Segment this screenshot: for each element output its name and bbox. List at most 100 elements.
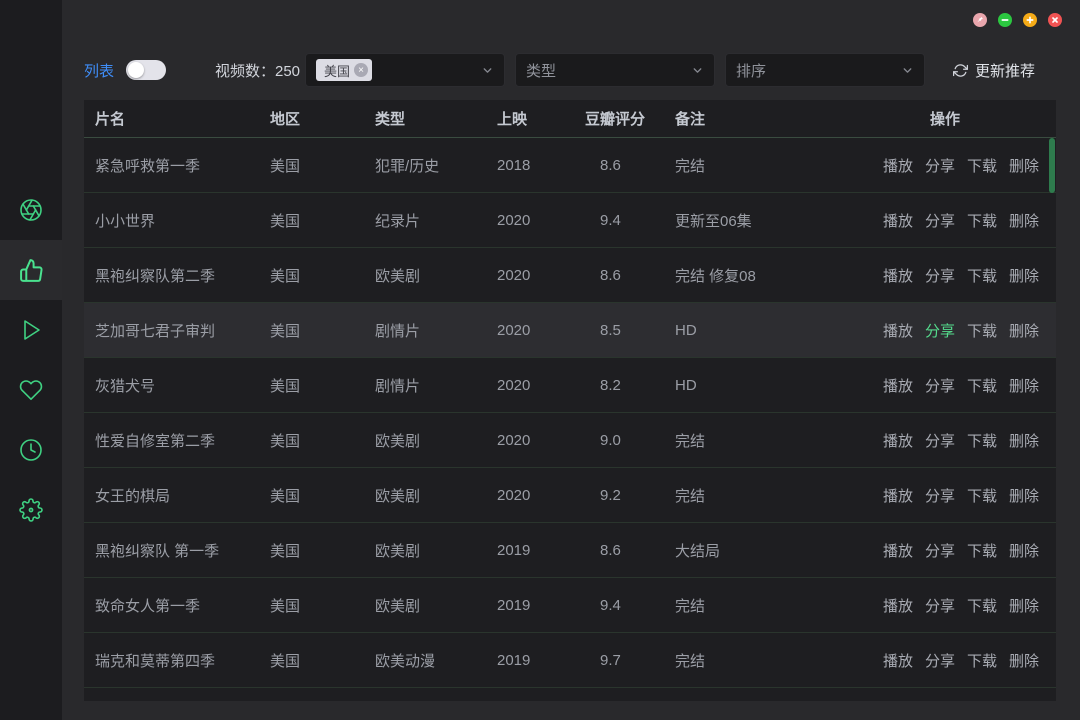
action-delete[interactable]: 删除 [1009,210,1039,231]
action-download[interactable]: 下载 [967,430,997,451]
action-download[interactable]: 下载 [967,595,997,616]
action-play[interactable]: 播放 [883,265,913,286]
action-share[interactable]: 分享 [925,540,955,561]
table-row[interactable]: 灰猎犬号美国剧情片20208.2HD播放分享下载删除 [84,358,1056,413]
action-play[interactable]: 播放 [883,430,913,451]
action-share[interactable]: 分享 [925,210,955,231]
type-select[interactable]: 类型 [515,53,715,87]
cell-actions: 播放分享下载删除 [865,210,1056,231]
action-play[interactable]: 播放 [883,485,913,506]
cell-type: 犯罪/历史 [375,155,497,176]
sidebar-item-aperture[interactable] [0,180,62,240]
sort-select[interactable]: 排序 [725,53,925,87]
close-button[interactable] [1048,13,1062,27]
col-note: 备注 [675,108,865,129]
action-play[interactable]: 播放 [883,210,913,231]
action-share[interactable]: 分享 [925,265,955,286]
sort-placeholder: 排序 [736,60,766,81]
pin-icon [976,16,984,24]
cell-region: 美国 [270,540,375,561]
action-share[interactable]: 分享 [925,155,955,176]
app-window: 列表 视频数：250 美国 × 类型 排序 更新推荐 [0,0,1080,720]
cell-year: 2019 [497,597,585,614]
cell-rating: 8.6 [585,542,675,559]
cell-note: 完结 [675,650,865,671]
refresh-label: 更新推荐 [975,60,1035,81]
table-row[interactable]: 瑞克和莫蒂第四季美国欧美动漫20199.7完结播放分享下载删除 [84,633,1056,688]
action-download[interactable]: 下载 [967,650,997,671]
cell-actions: 播放分享下载删除 [865,430,1056,451]
cell-year: 2018 [497,157,585,174]
table-row[interactable]: 紧急呼救第一季美国犯罪/历史20188.6完结播放分享下载删除 [84,138,1056,193]
action-delete[interactable]: 删除 [1009,595,1039,616]
sidebar-item-play[interactable] [0,300,62,360]
cell-actions: 播放分享下载删除 [865,375,1056,396]
table-row[interactable]: 爱，死亡和机器人第一季 [84,688,1056,701]
action-download[interactable]: 下载 [967,540,997,561]
maximize-button[interactable] [1023,13,1037,27]
table-row[interactable]: 黑袍纠察队第二季美国欧美剧20208.6完结 修复08播放分享下载删除 [84,248,1056,303]
cell-actions: 播放分享下载删除 [865,265,1056,286]
cell-type: 剧情片 [375,320,497,341]
cell-note: 完结 [675,155,865,176]
tag-remove-icon[interactable]: × [354,63,368,77]
region-select[interactable]: 美国 × [305,53,505,87]
table-header: 片名 地区 类型 上映 豆瓣评分 备注 操作 [84,100,1056,138]
cell-note: 完结 修复08 [675,265,865,286]
table-row[interactable]: 性爱自修室第二季美国欧美剧20209.0完结播放分享下载删除 [84,413,1056,468]
cell-actions: 播放分享下载删除 [865,155,1056,176]
sidebar [0,0,62,720]
action-play[interactable]: 播放 [883,540,913,561]
scrollbar-thumb[interactable] [1049,138,1055,193]
chevron-down-icon [691,64,704,77]
cell-rating: 8.2 [585,377,675,394]
cell-year: 2020 [497,322,585,339]
table-row[interactable]: 女王的棋局美国欧美剧20209.2完结播放分享下载删除 [84,468,1056,523]
cell-type: 纪录片 [375,210,497,231]
action-play[interactable]: 播放 [883,650,913,671]
action-play[interactable]: 播放 [883,155,913,176]
table-row[interactable]: 黑袍纠察队 第一季美国欧美剧20198.6大结局播放分享下载删除 [84,523,1056,578]
sidebar-item-clock[interactable] [0,420,62,480]
action-delete[interactable]: 删除 [1009,650,1039,671]
cell-year: 2020 [497,267,585,284]
action-delete[interactable]: 删除 [1009,485,1039,506]
action-share[interactable]: 分享 [925,595,955,616]
action-delete[interactable]: 删除 [1009,265,1039,286]
action-share[interactable]: 分享 [925,375,955,396]
list-toggle[interactable] [126,60,166,80]
cell-region: 美国 [270,485,375,506]
sidebar-item-settings[interactable] [0,480,62,540]
cell-rating: 8.6 [585,157,675,174]
action-download[interactable]: 下载 [967,320,997,341]
action-delete[interactable]: 删除 [1009,320,1039,341]
action-delete[interactable]: 删除 [1009,540,1039,561]
action-delete[interactable]: 删除 [1009,375,1039,396]
cell-type: 欧美剧 [375,265,497,286]
maximize-icon [1026,16,1034,24]
action-play[interactable]: 播放 [883,320,913,341]
action-share[interactable]: 分享 [925,320,955,341]
minimize-button[interactable] [998,13,1012,27]
table-row[interactable]: 芝加哥七君子审判美国剧情片20208.5HD播放分享下载删除 [84,303,1056,358]
pin-button[interactable] [973,13,987,27]
action-download[interactable]: 下载 [967,210,997,231]
refresh-recommend-button[interactable]: 更新推荐 [953,53,1035,87]
action-share[interactable]: 分享 [925,650,955,671]
action-play[interactable]: 播放 [883,595,913,616]
action-delete[interactable]: 删除 [1009,430,1039,451]
action-download[interactable]: 下载 [967,375,997,396]
cell-note: 更新至06集 [675,210,865,231]
sidebar-item-heart[interactable] [0,360,62,420]
action-share[interactable]: 分享 [925,430,955,451]
action-download[interactable]: 下载 [967,155,997,176]
table-row[interactable]: 小小世界美国纪录片20209.4更新至06集播放分享下载删除 [84,193,1056,248]
action-play[interactable]: 播放 [883,375,913,396]
action-share[interactable]: 分享 [925,485,955,506]
sidebar-item-thumbs-up[interactable] [0,240,62,300]
table-row[interactable]: 致命女人第一季美国欧美剧20199.4完结播放分享下载删除 [84,578,1056,633]
action-download[interactable]: 下载 [967,485,997,506]
cell-region: 美国 [270,320,375,341]
action-delete[interactable]: 删除 [1009,155,1039,176]
action-download[interactable]: 下载 [967,265,997,286]
